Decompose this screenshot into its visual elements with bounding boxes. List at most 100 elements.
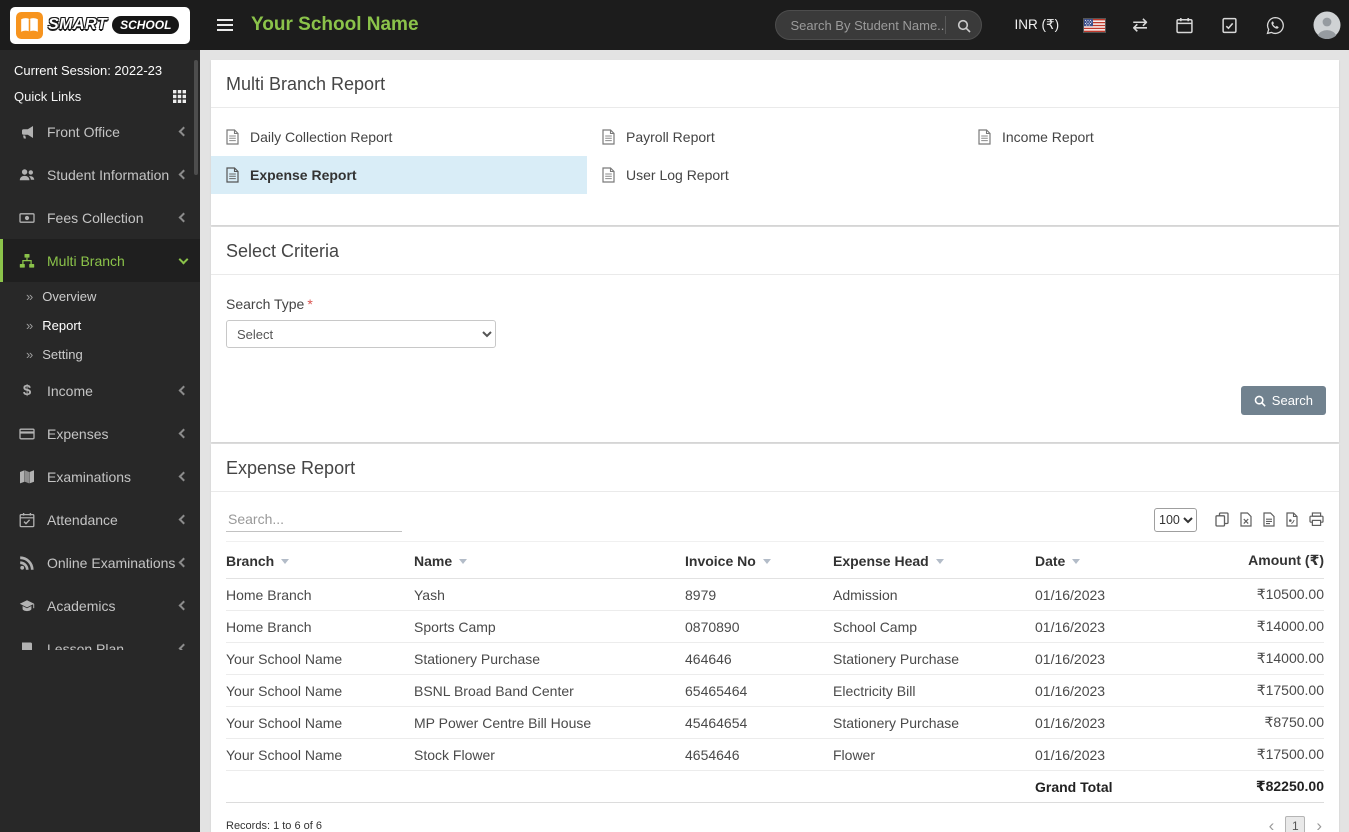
criteria-actions: Search xyxy=(211,348,1339,442)
link-user-log-report[interactable]: User Log Report xyxy=(587,156,963,194)
search-button[interactable]: Search xyxy=(1240,386,1326,415)
credit-card-icon xyxy=(18,426,36,442)
column-header-invoice-no[interactable]: Invoice No xyxy=(685,541,833,579)
grand-total-amount: ₹82250.00 xyxy=(1181,770,1324,803)
cell-expense-head: Electricity Bill xyxy=(833,674,1035,707)
csv-export-icon[interactable] xyxy=(1263,512,1275,527)
whatsapp-icon[interactable] xyxy=(1266,16,1285,35)
cell-amount: ₹14000.00 xyxy=(1181,610,1324,643)
column-label: Invoice No xyxy=(685,552,756,569)
pagination: ‹ 1 › xyxy=(1267,816,1324,832)
next-page-icon[interactable]: › xyxy=(1314,817,1324,832)
link-daily-collection-report[interactable]: Daily Collection Report xyxy=(211,118,587,156)
multi-branch-report-card: Multi Branch Report Daily Collection Rep… xyxy=(211,60,1339,225)
column-label: Date xyxy=(1035,552,1066,569)
sidebar-item-expenses[interactable]: Expenses xyxy=(0,412,200,455)
cell-amount: ₹8750.00 xyxy=(1181,706,1324,739)
column-header-name[interactable]: Name xyxy=(414,541,685,579)
report-link-label: User Log Report xyxy=(626,167,729,183)
export-buttons xyxy=(1215,512,1324,527)
cell-name: BSNL Broad Band Center xyxy=(414,674,685,707)
table-tools: 100 xyxy=(1154,507,1324,532)
submenu-item-report[interactable]: » Report xyxy=(0,311,200,340)
branch-exchange-icon[interactable]: ⇄ xyxy=(1132,16,1148,35)
language-flag-icon[interactable] xyxy=(1083,17,1107,33)
current-session-label: Current Session: 2022-23 xyxy=(14,63,163,78)
sidebar: Current Session: 2022-23 Quick Links Fro… xyxy=(0,50,200,832)
print-icon[interactable] xyxy=(1309,512,1324,527)
copy-icon[interactable] xyxy=(1215,512,1229,527)
column-header-branch[interactable]: Branch xyxy=(226,541,414,579)
cell-branch: Your School Name xyxy=(226,706,414,739)
table-row: Your School Name Stock Flower 4654646 Fl… xyxy=(226,738,1324,771)
currency-selector[interactable]: INR (₹) xyxy=(1014,17,1059,33)
todo-tasks-icon[interactable] xyxy=(1221,17,1238,34)
cell-name: Sports Camp xyxy=(414,610,685,643)
link-payroll-report[interactable]: Payroll Report xyxy=(587,118,963,156)
sidebar-item-lesson-plan[interactable]: Lesson Plan xyxy=(0,627,200,650)
link-income-report[interactable]: Income Report xyxy=(963,118,1339,156)
empty-cell xyxy=(226,770,414,803)
app-logo[interactable]: SMART SCHOOL xyxy=(10,6,190,44)
sidebar-item-label: Expenses xyxy=(47,425,109,442)
sidebar-item-academics[interactable]: Academics xyxy=(0,584,200,627)
submenu-item-setting[interactable]: » Setting xyxy=(0,340,200,369)
column-header-expense-head[interactable]: Expense Head xyxy=(833,541,1035,579)
empty-cell xyxy=(833,770,1035,803)
cell-invoice: 65465464 xyxy=(685,674,833,707)
sidebar-item-multi-branch[interactable]: Multi Branch xyxy=(0,239,200,282)
chevron-left-icon xyxy=(178,471,189,482)
sidebar-item-label: Income xyxy=(47,382,93,399)
grand-total-label: Grand Total xyxy=(1035,770,1181,803)
sidebar-toggle-hamburger-icon[interactable] xyxy=(213,15,237,35)
excel-export-icon[interactable] xyxy=(1240,512,1252,527)
cell-date: 01/16/2023 xyxy=(1035,578,1181,611)
student-search-input[interactable] xyxy=(790,17,946,33)
sidebar-item-label: Multi Branch xyxy=(47,252,125,269)
main-content: Multi Branch Report Daily Collection Rep… xyxy=(200,50,1349,832)
double-angle-icon: » xyxy=(26,347,34,362)
sidebar-item-fees-collection[interactable]: Fees Collection xyxy=(0,196,200,239)
file-text-icon xyxy=(602,167,615,183)
sort-caret-icon xyxy=(281,558,290,564)
submenu-item-label: Setting xyxy=(42,347,83,362)
sidebar-item-online-examinations[interactable]: Online Examinations xyxy=(0,541,200,584)
submenu-item-overview[interactable]: » Overview xyxy=(0,282,200,311)
calendar-icon[interactable] xyxy=(1176,17,1193,34)
chevron-left-icon xyxy=(178,126,189,137)
sidebar-item-income[interactable]: $ Income xyxy=(0,369,200,412)
column-header-date[interactable]: Date xyxy=(1035,541,1181,579)
page-size-select[interactable]: 100 xyxy=(1154,507,1197,532)
quick-links-grid-icon[interactable] xyxy=(173,90,186,103)
cell-name: MP Power Centre Bill House xyxy=(414,706,685,739)
sidebar-item-examinations[interactable]: Examinations xyxy=(0,455,200,498)
table-search-input[interactable] xyxy=(226,507,402,532)
sidebar-item-student-information[interactable]: Student Information xyxy=(0,153,200,196)
cell-amount: ₹17500.00 xyxy=(1181,738,1324,771)
cell-amount: ₹17500.00 xyxy=(1181,674,1324,707)
records-count: Records: 1 to 6 of 6 xyxy=(226,819,322,832)
cell-amount: ₹14000.00 xyxy=(1181,642,1324,675)
link-expense-report[interactable]: Expense Report xyxy=(211,156,587,194)
expense-report-card: Expense Report 100 xyxy=(211,444,1339,832)
page-number-button[interactable]: 1 xyxy=(1285,816,1306,832)
column-header-amount[interactable]: Amount (₹) xyxy=(1181,541,1324,579)
sidebar-scrollbar[interactable] xyxy=(194,60,198,175)
sidebar-item-attendance[interactable]: Attendance xyxy=(0,498,200,541)
search-type-select[interactable]: Select xyxy=(226,320,496,348)
cell-invoice: 8979 xyxy=(685,578,833,611)
cell-date: 01/16/2023 xyxy=(1035,610,1181,643)
previous-page-icon[interactable]: ‹ xyxy=(1267,817,1277,832)
search-icon[interactable] xyxy=(945,16,977,34)
pdf-export-icon[interactable] xyxy=(1286,512,1298,527)
cell-date: 01/16/2023 xyxy=(1035,738,1181,771)
chevron-left-icon xyxy=(178,385,189,396)
sidebar-item-front-office[interactable]: Front Office xyxy=(0,110,200,153)
table-toolbar: 100 xyxy=(211,492,1339,541)
select-criteria-title: Select Criteria xyxy=(211,227,1339,275)
table-row: Your School Name Stationery Purchase 464… xyxy=(226,642,1324,675)
sidebar-item-label: Lesson Plan xyxy=(47,640,125,651)
sidebar-item-label: Student Information xyxy=(47,166,170,183)
file-text-icon xyxy=(978,129,991,145)
user-avatar[interactable] xyxy=(1313,11,1341,39)
